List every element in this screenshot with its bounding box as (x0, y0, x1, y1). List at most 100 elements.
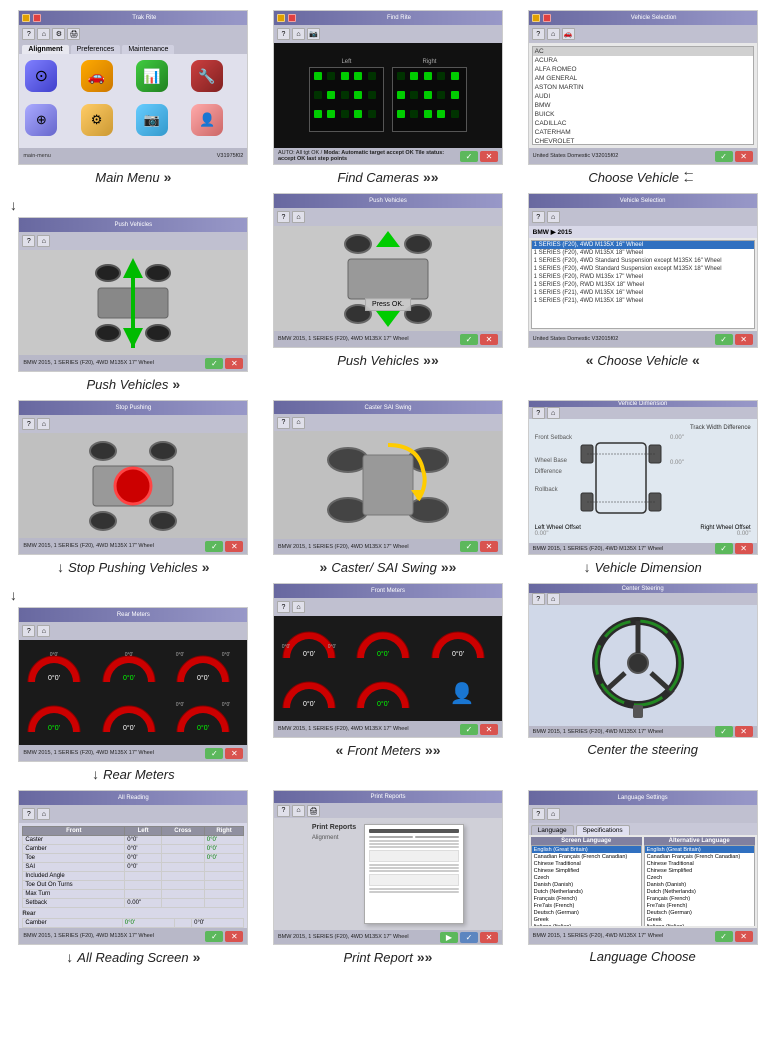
fm-help-icon[interactable]: ? (277, 601, 290, 613)
fc-home-icon[interactable]: ⌂ (292, 28, 305, 40)
lc-alt-danish[interactable]: Danish (Danish) (645, 881, 754, 888)
icon-wrench[interactable]: 🔧 (191, 60, 223, 92)
pr-print-icon[interactable]: 🖨 (307, 805, 320, 817)
print-icon[interactable]: 🖨 (67, 28, 80, 40)
lc-lang-french[interactable]: Français (French) (532, 895, 641, 902)
pr-cancel-btn[interactable]: ✕ (480, 932, 498, 943)
tb-btn-2[interactable] (33, 14, 41, 22)
icon-chart[interactable]: 📊 (136, 60, 168, 92)
ar-cancel-btn[interactable]: ✕ (225, 931, 243, 942)
ar-home-icon[interactable]: ⌂ (37, 808, 50, 820)
cst-home-icon[interactable]: ⌂ (547, 593, 560, 605)
tb-btn-1[interactable] (22, 14, 30, 22)
fc-tb-btn-2[interactable] (288, 14, 296, 22)
lc-alt-english-gb[interactable]: English (Great Britain) (645, 846, 754, 853)
pv1-help-icon[interactable]: ? (22, 235, 35, 247)
cv2-home-icon[interactable]: ⌂ (547, 211, 560, 223)
fc-tb-btn-1[interactable] (277, 14, 285, 22)
cv1-tool-icon[interactable]: 🚗 (562, 28, 575, 40)
cv1-tb-btn-2[interactable] (543, 14, 551, 22)
pv2-cancel-btn[interactable]: ✕ (480, 334, 498, 345)
lc-lang-french-ca[interactable]: Canadian Français (French Canadian) (532, 853, 641, 860)
lc-alt-german[interactable]: Deutsch (German) (645, 909, 754, 916)
icon-camera[interactable]: 📷 (136, 104, 168, 136)
cst-cancel-btn[interactable]: ✕ (735, 726, 753, 737)
pv1-home-icon[interactable]: ⌂ (37, 235, 50, 247)
sp-cancel-btn[interactable]: ✕ (225, 541, 243, 552)
ar-help-icon[interactable]: ? (22, 808, 35, 820)
lc-alt-czech[interactable]: Czech (645, 874, 754, 881)
pv2-ok-btn[interactable]: ✓ (460, 334, 478, 345)
cv1-home-icon[interactable]: ⌂ (547, 28, 560, 40)
cs-help-icon[interactable]: ? (277, 417, 290, 429)
cv1-tb-btn-1[interactable] (532, 14, 540, 22)
fc-camera-icon[interactable]: 📷 (307, 28, 320, 40)
lc-tab-specifications[interactable]: Specifications (576, 825, 630, 835)
ar-ok-btn[interactable]: ✓ (205, 931, 223, 942)
lc-tab-language[interactable]: Language (531, 825, 574, 835)
lc-alt-italian[interactable]: Italiano (Italian) (645, 923, 754, 926)
vd-ok-btn[interactable]: ✓ (715, 543, 733, 554)
sp-home-icon[interactable]: ⌂ (37, 418, 50, 430)
fm-ok-btn[interactable]: ✓ (460, 724, 478, 735)
rm-cancel-btn[interactable]: ✕ (225, 748, 243, 759)
fm-cancel-btn[interactable]: ✕ (480, 724, 498, 735)
help-icon[interactable]: ? (22, 28, 35, 40)
lc-ok-btn[interactable]: ✓ (715, 931, 733, 942)
cv1-ok-btn[interactable]: ✓ (715, 151, 733, 162)
pr-help-icon[interactable]: ? (277, 805, 290, 817)
lc-lang-german[interactable]: Deutsch (German) (532, 909, 641, 916)
icon-gear[interactable]: ⚙ (81, 104, 113, 136)
tab-preferences[interactable]: Preferences (71, 45, 121, 54)
lc-cancel-btn[interactable]: ✕ (735, 931, 753, 942)
cv2-help-icon[interactable]: ? (532, 211, 545, 223)
home-icon[interactable]: ⌂ (37, 28, 50, 40)
icon-wheel[interactable]: ⊙ (25, 60, 57, 92)
cv2-cancel-btn[interactable]: ✕ (735, 334, 753, 345)
vd-home-icon[interactable]: ⌂ (547, 407, 560, 419)
lc-lang-fre7[interactable]: Fre7ais (French) (532, 902, 641, 909)
fm-home-icon[interactable]: ⌂ (292, 601, 305, 613)
icon-car[interactable]: 🚗 (81, 60, 113, 92)
lc-lang-greek[interactable]: Greek (532, 916, 641, 923)
cst-ok-btn[interactable]: ✓ (715, 726, 733, 737)
rm-help-icon[interactable]: ? (22, 625, 35, 637)
lc-lang-italian[interactable]: Italiano (Italian) (532, 923, 641, 926)
fc-help-icon[interactable]: ? (277, 28, 290, 40)
lc-alt-dutch[interactable]: Dutch (Netherlands) (645, 888, 754, 895)
cv1-help-icon[interactable]: ? (532, 28, 545, 40)
fc-cancel-btn[interactable]: ✕ (480, 151, 498, 162)
pr-ok-btn[interactable]: ▶ (440, 932, 458, 943)
pr-home-icon[interactable]: ⌂ (292, 805, 305, 817)
tab-alignment[interactable]: Alignment (22, 45, 68, 54)
cst-help-icon[interactable]: ? (532, 593, 545, 605)
lc-lang-dutch[interactable]: Dutch (Netherlands) (532, 888, 641, 895)
cv2-ok-btn[interactable]: ✓ (715, 334, 733, 345)
pv2-home-icon[interactable]: ⌂ (292, 211, 305, 223)
lc-home-icon[interactable]: ⌂ (547, 808, 560, 820)
tool-icon[interactable]: ⚙ (52, 28, 65, 40)
pv1-cancel-btn[interactable]: ✕ (225, 358, 243, 369)
tab-maintenance[interactable]: Maintenance (122, 45, 174, 54)
lc-help-icon[interactable]: ? (532, 808, 545, 820)
lc-alt-french[interactable]: Français (French) (645, 895, 754, 902)
rm-ok-btn[interactable]: ✓ (205, 748, 223, 759)
cv1-cancel-btn[interactable]: ✕ (735, 151, 753, 162)
icon-person[interactable]: 👤 (191, 104, 223, 136)
rm-home-icon[interactable]: ⌂ (37, 625, 50, 637)
sp-help-icon[interactable]: ? (22, 418, 35, 430)
pv2-help-icon[interactable]: ? (277, 211, 290, 223)
icon-align[interactable]: ⊕ (25, 104, 57, 136)
pr-print-btn[interactable]: ✓ (460, 932, 478, 943)
fc-ok-btn[interactable]: ✓ (460, 151, 478, 162)
sp-ok-btn[interactable]: ✓ (205, 541, 223, 552)
lc-alt-french-ca[interactable]: Canadian Français (French Canadian) (645, 853, 754, 860)
lc-alt-chinese-simp[interactable]: Chinese Simplified (645, 867, 754, 874)
cs-ok-btn[interactable]: ✓ (460, 541, 478, 552)
lc-lang-chinese-simp[interactable]: Chinese Simplified (532, 867, 641, 874)
pv1-ok-btn[interactable]: ✓ (205, 358, 223, 369)
cs-home-icon[interactable]: ⌂ (292, 417, 305, 429)
lc-lang-english-gb[interactable]: English (Great Britain) (532, 846, 641, 853)
vd-cancel-btn[interactable]: ✕ (735, 543, 753, 554)
lc-lang-chinese-trad[interactable]: Chinese Traditional (532, 860, 641, 867)
